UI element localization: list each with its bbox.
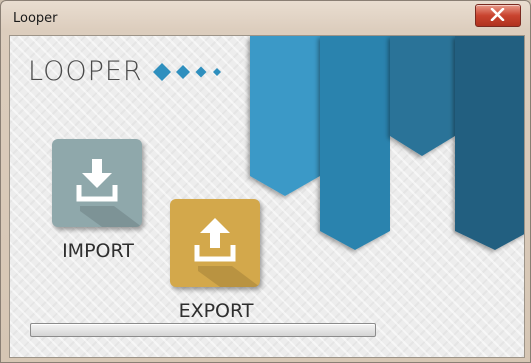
main-panel: LOOPER IMPORT EXPORT bbox=[9, 35, 525, 358]
logo-text: LOOPER bbox=[28, 56, 143, 87]
diamond-icon bbox=[153, 63, 221, 81]
app-window: Looper LOOPER IMPORT EXPORT bbox=[0, 0, 531, 363]
import-button[interactable] bbox=[52, 139, 142, 227]
decorative-pillars bbox=[250, 36, 524, 250]
import-label: IMPORT bbox=[62, 240, 134, 262]
window-title: Looper bbox=[13, 11, 58, 26]
export-button[interactable] bbox=[170, 199, 260, 287]
close-button[interactable] bbox=[475, 4, 521, 27]
export-label: EXPORT bbox=[178, 300, 254, 322]
upload-icon bbox=[194, 218, 236, 262]
title-bar[interactable]: Looper bbox=[1, 1, 530, 35]
progress-bar bbox=[30, 323, 376, 337]
app-logo: LOOPER bbox=[28, 56, 143, 87]
download-icon bbox=[76, 159, 118, 202]
close-icon bbox=[490, 8, 505, 21]
